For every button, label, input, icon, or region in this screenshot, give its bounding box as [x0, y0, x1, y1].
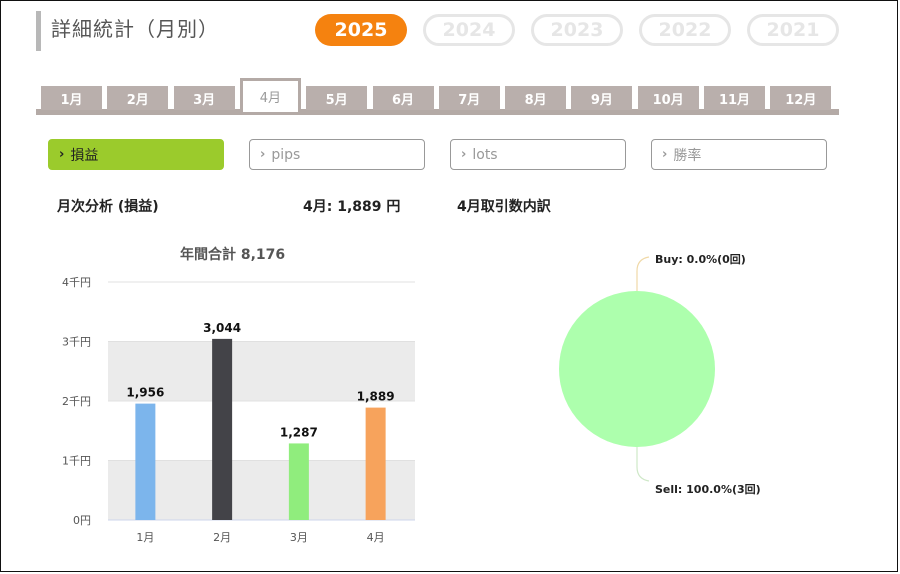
pie-slice-sell[interactable] — [559, 291, 715, 447]
y-tick-label: 0円 — [73, 514, 91, 527]
chevron-right-icon: › — [260, 147, 266, 162]
chevron-right-icon: › — [59, 147, 65, 162]
x-tick-label: 2月 — [213, 531, 231, 544]
x-tick-label: 1月 — [136, 531, 154, 544]
tab-month-12[interactable]: 12月 — [770, 86, 832, 110]
bar-1月[interactable] — [135, 403, 156, 520]
filter-button-3[interactable]: › lots — [450, 139, 626, 170]
filter-button-2[interactable]: › pips — [249, 139, 425, 170]
tab-month-1[interactable]: 1月 — [41, 86, 102, 110]
tab-month-9[interactable]: 9月 — [571, 86, 633, 110]
filter-button-1[interactable]: › 損益 — [48, 139, 224, 170]
year-button-2021[interactable]: 2021 — [747, 14, 839, 46]
tab-month-8[interactable]: 8月 — [505, 86, 567, 110]
pie-label-sell: Sell: 100.0%(3回) — [655, 483, 761, 496]
y-tick-label: 2千円 — [62, 395, 91, 408]
x-tick-label: 4月 — [367, 531, 385, 544]
analysis-heading: 月次分析 (損益) — [57, 199, 159, 215]
chart-title: 年間合計 8,176 — [180, 247, 286, 263]
filter-button-4[interactable]: › 勝率 — [651, 139, 827, 170]
y-tick-label: 1千円 — [62, 455, 91, 468]
year-button-2024[interactable]: 2024 — [423, 14, 515, 46]
monthly-bar-chart: 0円 1千円 2千円 3千円 4千円 1,956 1月 3,044 2月 1,287 3月 1,889… — [62, 276, 415, 544]
tab-month-10[interactable]: 10月 — [637, 86, 699, 110]
tab-month-3[interactable]: 3月 — [173, 86, 235, 110]
pie-label-buy: Buy: 0.0%(0回) — [655, 253, 746, 266]
bar-value-label: 1,889 — [357, 390, 395, 404]
page-title: 詳細統計（月別） — [36, 11, 219, 51]
bar-3月[interactable] — [288, 443, 309, 520]
y-tick-label: 3千円 — [62, 336, 91, 349]
y-tick-label: 4千円 — [62, 276, 91, 289]
x-tick-label: 3月 — [290, 531, 308, 544]
sell-connector — [636, 447, 650, 482]
tab-month-4[interactable]: 4月 — [239, 78, 301, 112]
chevron-right-icon: › — [461, 147, 467, 162]
tab-month-7[interactable]: 7月 — [438, 86, 500, 110]
filter-label: lots — [472, 146, 498, 163]
breakdown-heading: 4月取引数内訳 — [457, 199, 551, 215]
month-value: 4月: 1,889 円 — [303, 199, 401, 215]
year-button-2025[interactable]: 2025 — [315, 14, 407, 46]
tab-month-5[interactable]: 5月 — [306, 86, 368, 110]
filter-label: 損益 — [70, 147, 99, 164]
year-button-2023[interactable]: 2023 — [531, 14, 623, 46]
bar-value-label: 1,956 — [126, 386, 164, 400]
tab-month-6[interactable]: 6月 — [372, 86, 434, 110]
buy-connector — [636, 256, 650, 291]
filter-label: 勝率 — [673, 147, 702, 164]
filter-label: pips — [271, 146, 301, 163]
trade-breakdown-pie — [559, 256, 715, 482]
bar-value-label: 3,044 — [203, 321, 241, 335]
tab-month-2[interactable]: 2月 — [107, 86, 169, 110]
chevron-right-icon: › — [662, 147, 668, 162]
year-button-2022[interactable]: 2022 — [639, 14, 731, 46]
bar-4月[interactable] — [365, 407, 386, 520]
tab-month-11[interactable]: 11月 — [704, 86, 765, 110]
bar-2月[interactable] — [212, 338, 233, 520]
bar-value-label: 1,287 — [280, 425, 318, 439]
